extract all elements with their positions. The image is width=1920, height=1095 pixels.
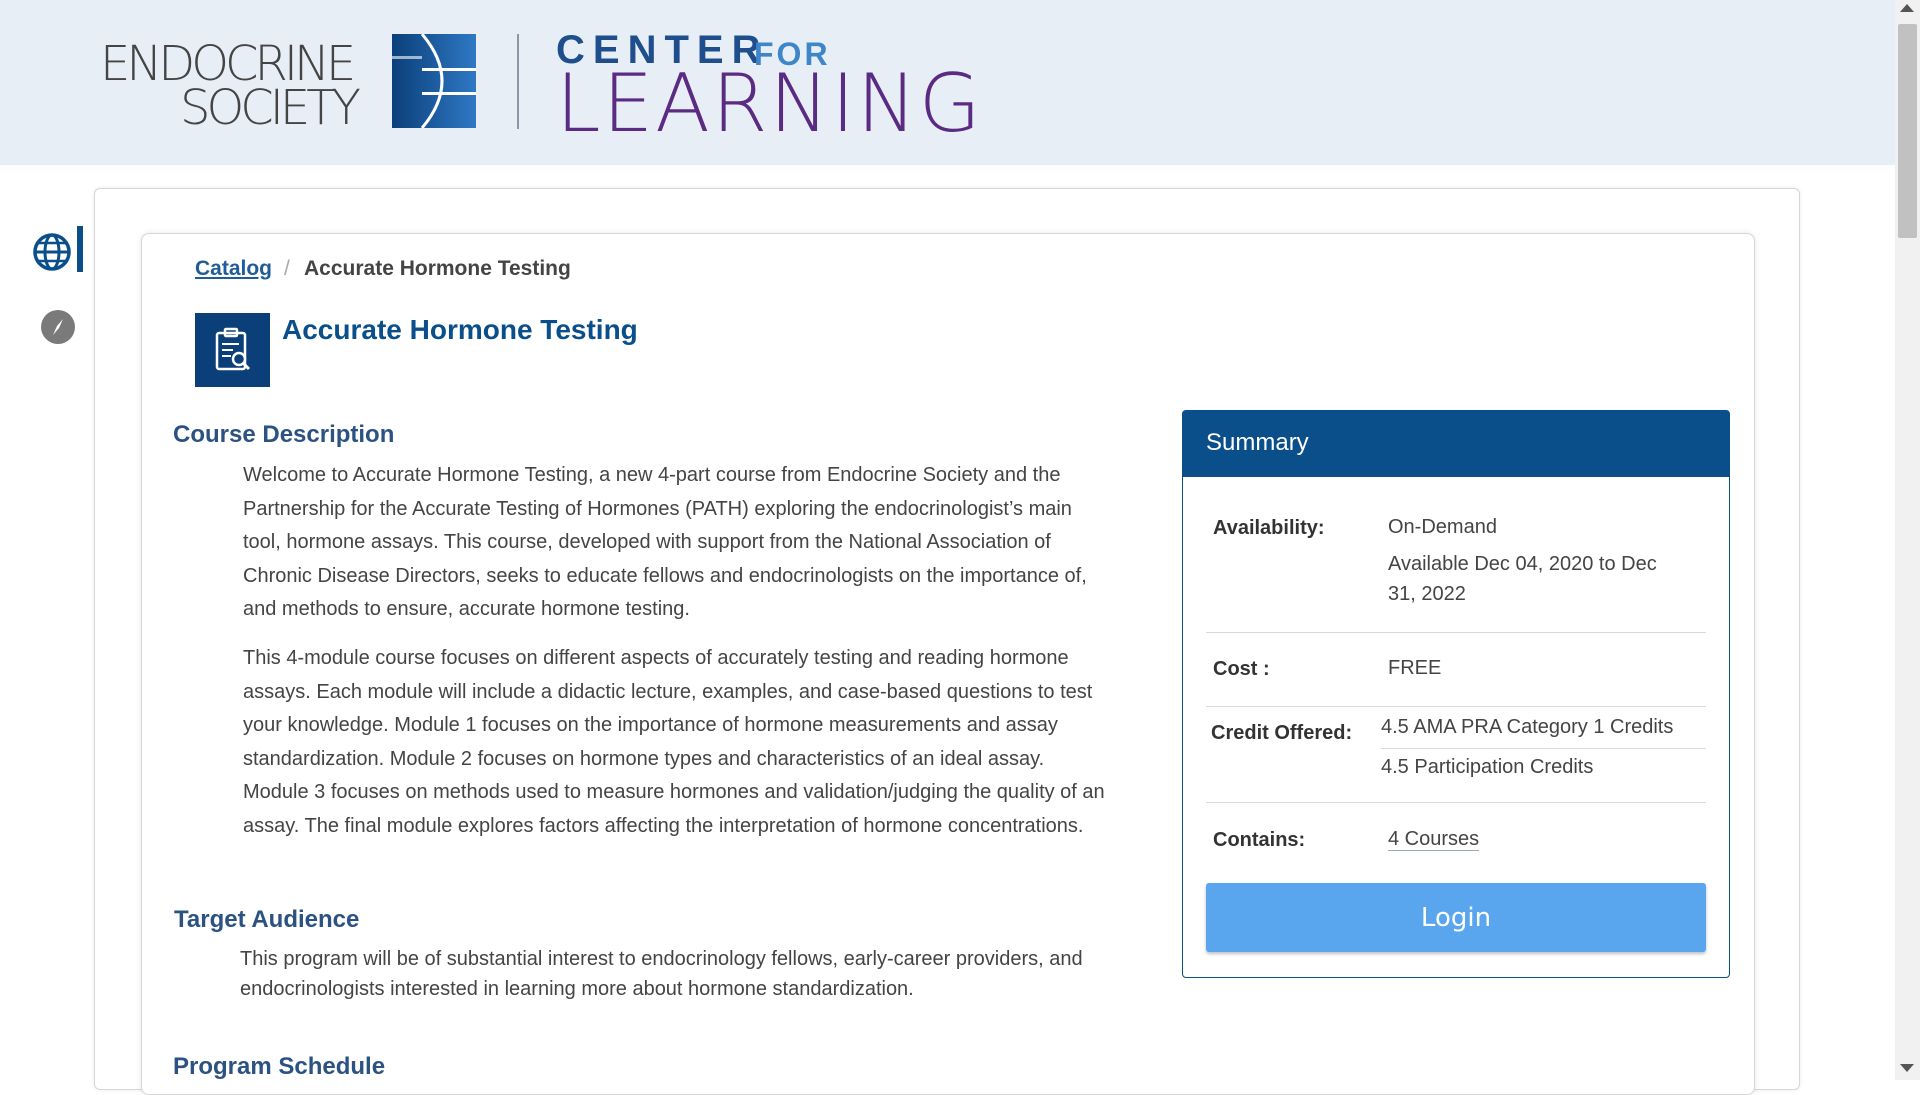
logo-learning-text: LEARNING [556, 57, 983, 150]
scrollbar-thumb[interactable] [1898, 24, 1917, 238]
credit-value-1: 4.5 AMA PRA Category 1 Credits [1381, 716, 1674, 738]
summary-divider [1206, 706, 1706, 707]
logo-endo-line2: SOCIETY [180, 80, 361, 136]
text-line: Module 3 focuses on methods used to meas… [243, 781, 1105, 804]
summary-divider [1206, 802, 1706, 803]
contains-courses-link[interactable]: 4 Courses [1388, 828, 1480, 851]
text-line: endocrinologists interested in learning … [240, 978, 914, 1000]
text-line: assay. The final module explores factors… [243, 814, 1084, 837]
program-schedule-heading: Program Schedule [173, 1053, 386, 1080]
login-button[interactable]: Login [1206, 883, 1706, 952]
breadcrumb-catalog-link[interactable]: Catalog [195, 257, 272, 281]
course-icon-tile [195, 313, 270, 387]
page-title: Accurate Hormone Testing [282, 314, 638, 345]
globe-icon[interactable] [32, 232, 72, 272]
availability-range-line: 31, 2022 [1388, 583, 1466, 605]
availability-range-line: Available Dec 04, 2020 to Dec [1388, 553, 1657, 575]
text-line: and methods to ensure, accurate hormone … [243, 598, 690, 621]
breadcrumb-current: Accurate Hormone Testing [304, 257, 571, 280]
course-description-paragraph-2: This 4-module course focuses on differen… [243, 642, 1105, 844]
scroll-down-arrow-icon[interactable] [1900, 1064, 1914, 1072]
text-line: standardization. Module 2 focuses on hor… [243, 747, 1045, 770]
cost-value: FREE [1388, 657, 1442, 679]
scroll-up-arrow-icon[interactable] [1900, 4, 1914, 12]
availability-range: Available Dec 04, 2020 to Dec 31, 2022 [1388, 549, 1657, 609]
credit-divider [1381, 748, 1706, 749]
availability-label: Availability: [1213, 517, 1325, 539]
summary-header: Summary [1183, 411, 1729, 477]
endocrine-society-logo[interactable]: ENDOCRINE SOCIETY [100, 40, 380, 136]
contains-label: Contains: [1213, 829, 1306, 851]
text-line: Welcome to Accurate Hormone Testing, a n… [243, 464, 1061, 486]
site-header: ENDOCRINE SOCIETY CENTER FOR LEARNING [0, 0, 1895, 165]
text-line: This program will be of substantial inte… [240, 948, 1083, 970]
contains-value: 4 Courses [1388, 824, 1480, 854]
logo-divider [517, 34, 519, 129]
credit-offered-label: Credit Offered: [1211, 722, 1353, 744]
text-line: This 4-module course focuses on differen… [243, 647, 1069, 669]
summary-title: Summary [1206, 429, 1309, 456]
course-description-heading: Course Description [173, 421, 395, 448]
cost-label: Cost : [1213, 658, 1270, 680]
target-audience-paragraph: This program will be of substantial inte… [240, 944, 1083, 1004]
text-line: tool, hormone assays. This course, devel… [243, 531, 1051, 554]
text-line: Chronic Disease Directors, seeks to educ… [243, 564, 1087, 587]
breadcrumb-separator: / [284, 257, 290, 280]
rail-active-indicator [77, 226, 83, 272]
text-line: assays. Each module will include a didac… [243, 680, 1093, 703]
credit-value-2: 4.5 Participation Credits [1381, 756, 1594, 778]
text-line: Partnership for the Accurate Testing of … [243, 497, 1072, 520]
endocrine-society-mark-icon [392, 34, 476, 128]
target-audience-heading: Target Audience [174, 906, 360, 933]
summary-panel: Summary Availability: On-Demand Availabl… [1182, 410, 1730, 978]
availability-value: On-Demand [1388, 516, 1497, 538]
clipboard-search-icon [215, 327, 251, 371]
center-for-learning-logo[interactable]: CENTER FOR LEARNING [556, 28, 981, 144]
text-line: your knowledge. Module 1 focuses on the … [243, 714, 1058, 737]
course-description-paragraph-1: Welcome to Accurate Hormone Testing, a n… [243, 459, 1087, 627]
compass-icon[interactable] [40, 309, 76, 345]
summary-divider [1206, 632, 1706, 633]
